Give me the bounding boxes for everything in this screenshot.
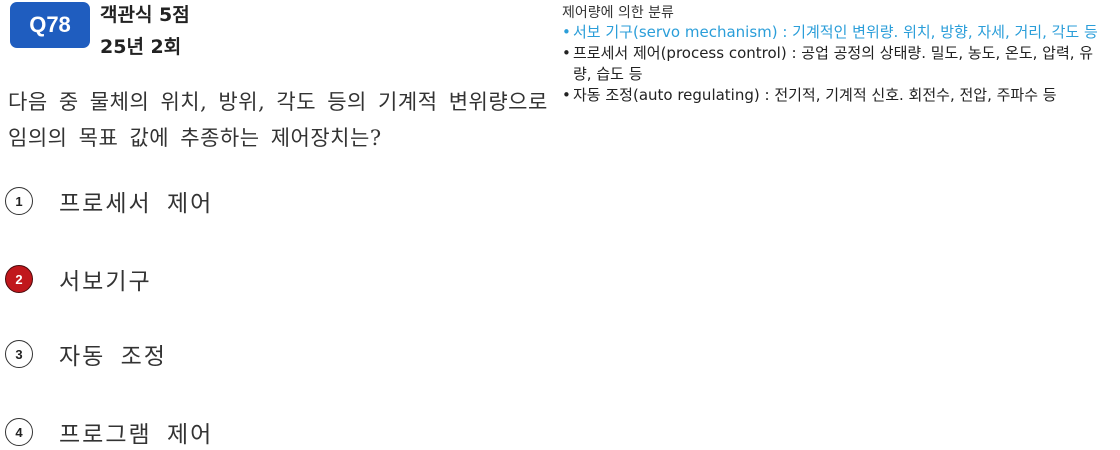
question-text: 다음 중 물체의 위치, 방위, 각도 등의 기계적 변위량으로 임의의 목표 …: [8, 90, 548, 150]
explanation-item-servo: • 서보 기구(servo mechanism) : 기계적인 변위량. 위치,…: [562, 22, 1107, 43]
explanation-item-text: 서보 기구(servo mechanism) : 기계적인 변위량. 위치, 방…: [573, 23, 1098, 41]
choice-number-marker: 1: [5, 187, 33, 215]
choice-3[interactable]: 3 자동 조정: [0, 336, 167, 372]
choice-label: 프로세서 제어: [59, 191, 214, 217]
choice-2[interactable]: 2 서보기구: [0, 261, 152, 297]
choice-label: 자동 조정: [59, 344, 167, 370]
explanation-title: 제어량에 의한 분류: [562, 5, 674, 21]
choice-number-marker: 4: [5, 418, 33, 446]
choice-1[interactable]: 1 프로세서 제어: [0, 183, 213, 219]
explanation-item-process: • 프로세서 제어(process control) : 공업 공정의 상태량.…: [562, 43, 1107, 85]
explanation-item-text: 자동 조정(auto regulating) : 전기적, 기계적 신호. 회전…: [573, 86, 1057, 104]
choice-4[interactable]: 4 프로그램 제어: [0, 414, 213, 450]
choice-label: 서보기구: [59, 269, 152, 295]
choice-label: 프로그램 제어: [59, 422, 214, 448]
exam-session: 25년 2회: [100, 36, 182, 58]
choice-number-marker: 3: [5, 340, 33, 368]
question-number-badge: Q78: [10, 2, 90, 48]
question-type-points: 객관식 5점: [100, 4, 190, 26]
bullet-icon: •: [562, 44, 571, 62]
bullet-icon: •: [562, 86, 571, 104]
explanation-item-auto: • 자동 조정(auto regulating) : 전기적, 기계적 신호. …: [562, 85, 1107, 106]
choice-number-marker-correct: 2: [5, 265, 33, 293]
bullet-icon: •: [562, 23, 571, 41]
explanation-list: • 서보 기구(servo mechanism) : 기계적인 변위량. 위치,…: [562, 22, 1107, 106]
explanation-item-text: 프로세서 제어(process control) : 공업 공정의 상태량. 밀…: [573, 44, 1094, 83]
